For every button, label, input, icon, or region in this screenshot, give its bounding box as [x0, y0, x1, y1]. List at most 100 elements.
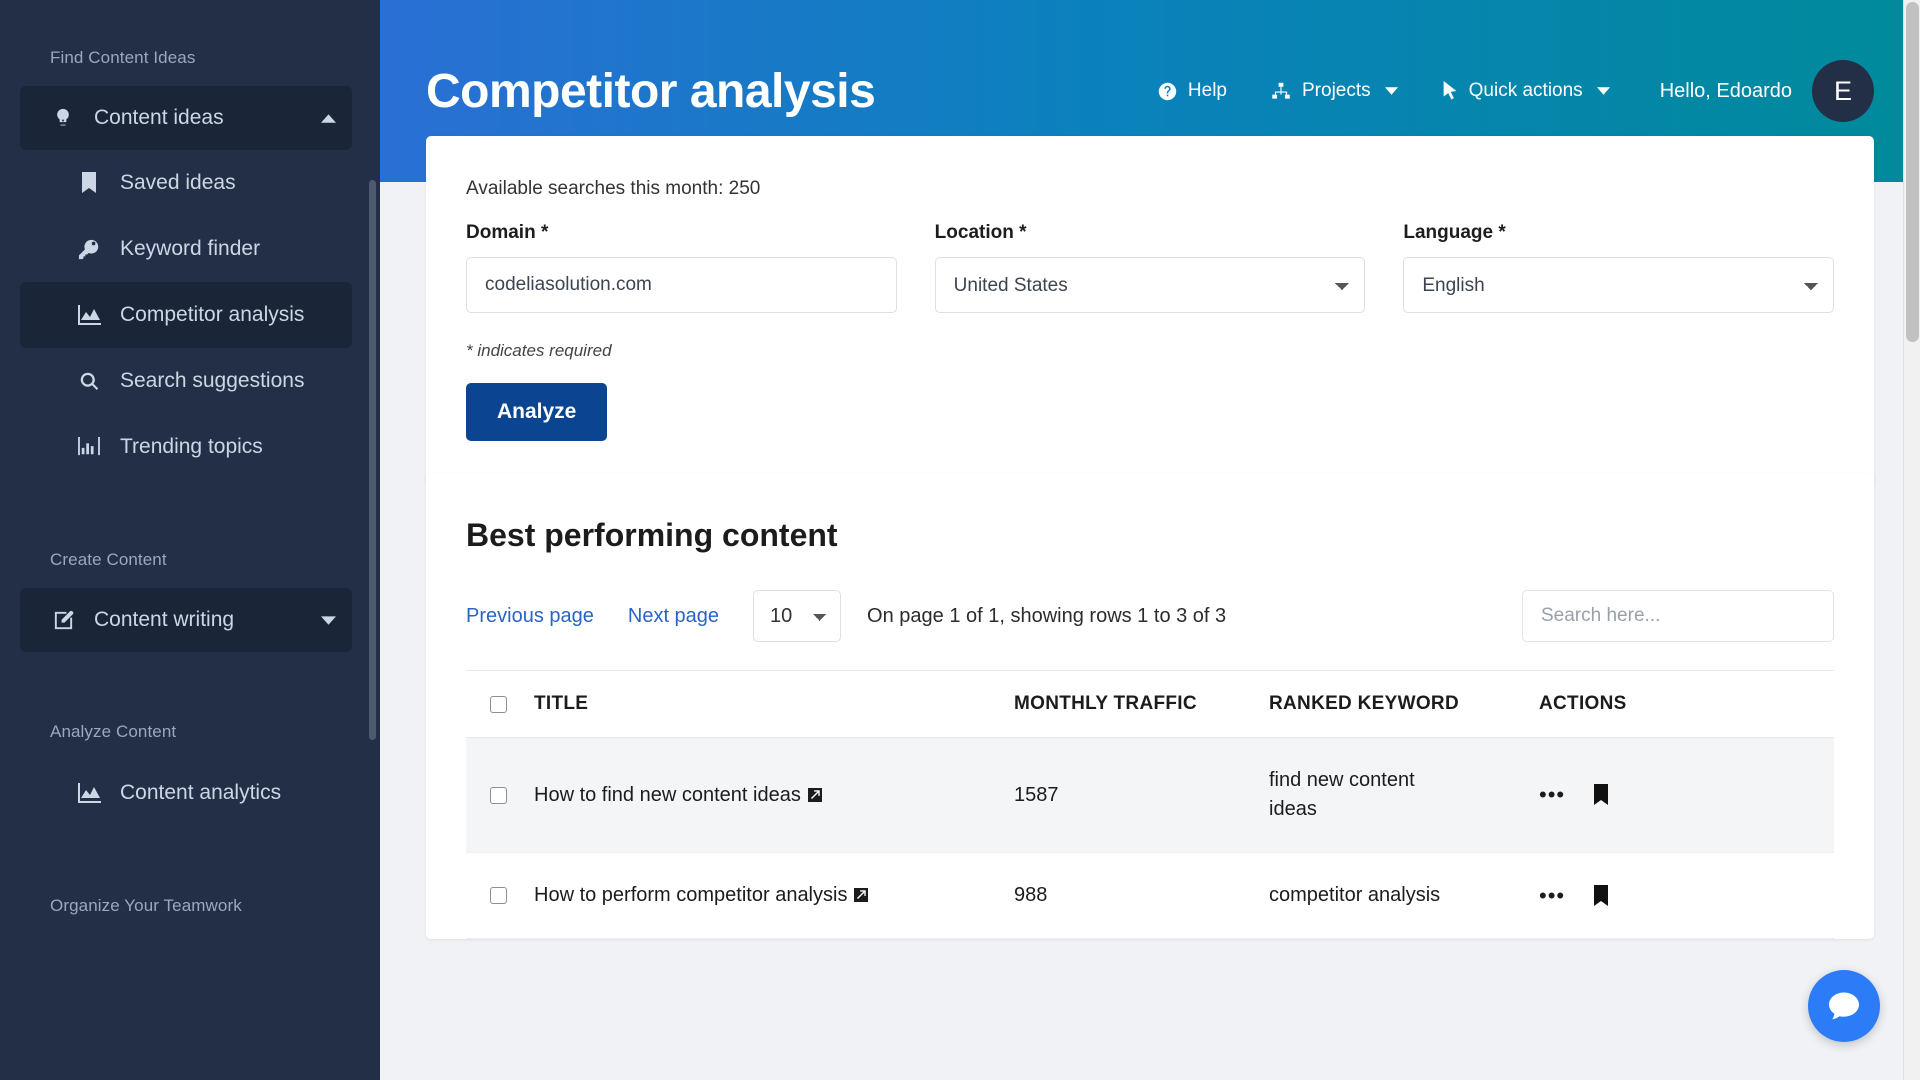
chart-area-icon — [74, 303, 104, 327]
window-scrollbar[interactable] — [1903, 0, 1920, 1080]
bookmark-icon[interactable] — [1593, 884, 1609, 907]
sidebar-item-label: Keyword finder — [120, 237, 261, 260]
sidebar-item-content-ideas[interactable]: Content ideas — [20, 86, 352, 150]
sidebar-item-label: Content analytics — [120, 781, 282, 804]
rows-per-page-select[interactable]: 10 — [753, 590, 842, 642]
sidebar-item-saved-ideas[interactable]: Saved ideas — [0, 150, 380, 216]
bookmark-icon — [74, 171, 104, 195]
sidebar-group-title-organize-your-teamwork: Organize Your Teamwork — [50, 896, 242, 915]
sidebar-item-competitor-analysis[interactable]: Competitor analysis — [20, 282, 352, 348]
row-keyword-cell: competitor analysis — [1269, 852, 1539, 939]
chevron-down-icon — [1384, 87, 1398, 95]
language-label: Language * — [1403, 222, 1506, 243]
user-greeting: Hello, Edoardo — [1659, 79, 1792, 102]
nav-item-help[interactable]: Help — [1136, 80, 1249, 102]
sidebar-item-label: Content ideas — [94, 106, 224, 129]
best-performing-content-card: Best performing content Previous page Ne… — [426, 473, 1874, 939]
search-form-card: Available searches this month: 250 Domai… — [426, 136, 1874, 485]
bar-chart-icon — [74, 435, 104, 459]
avatar[interactable]: E — [1812, 60, 1874, 122]
language-select[interactable]: English — [1403, 257, 1835, 313]
row-actions-cell: ••• — [1539, 852, 1834, 939]
sidebar-item-trending-topics[interactable]: Trending topics — [0, 414, 380, 480]
row-title-cell: How to find new content ideas — [534, 737, 1014, 853]
row-title-text: How to find new content ideas — [534, 783, 801, 806]
select-all-header — [466, 670, 534, 738]
sidebar-item-label: Saved ideas — [120, 171, 236, 194]
search-form-row: Domain * Location * United States Langua… — [466, 222, 1835, 313]
sidebar-item-label: Trending topics — [120, 435, 263, 458]
page-title: Competitor analysis — [426, 64, 876, 118]
more-options-icon[interactable]: ••• — [1539, 784, 1565, 806]
scrollbar-thumb[interactable] — [1906, 2, 1919, 342]
location-label: Location * — [934, 222, 1027, 243]
sidebar-item-label: Content writing — [94, 608, 235, 631]
location-select[interactable]: United States — [934, 257, 1366, 313]
sidebar-group-title-analyze-content: Analyze Content — [50, 722, 177, 741]
chevron-down-icon — [1596, 87, 1610, 95]
column-header-ranked-keyword: RANKED KEYWORD — [1269, 670, 1539, 738]
row-actions-cell: ••• — [1539, 737, 1834, 853]
chevron-down-icon — [321, 608, 336, 632]
row-traffic-cell: 988 — [1014, 852, 1269, 939]
more-options-icon[interactable]: ••• — [1539, 884, 1565, 907]
row-checkbox[interactable] — [490, 887, 507, 904]
bookmark-icon[interactable] — [1593, 784, 1609, 806]
table-head: TITLE MONTHLY TRAFFIC RANKED KEYWORD ACT… — [466, 670, 1834, 738]
sitemap-icon — [1271, 82, 1291, 101]
question-circle-icon — [1158, 82, 1177, 101]
nav-item-quick-actions[interactable]: Quick actions — [1420, 80, 1632, 102]
external-link-icon[interactable] — [854, 888, 869, 902]
column-header-actions: ACTIONS — [1539, 670, 1834, 738]
analyze-button[interactable]: Analyze — [466, 383, 608, 441]
nav-item-label: Help — [1187, 80, 1227, 101]
row-title-cell: How to perform competitor analysis — [534, 852, 1014, 939]
sidebar-group-title-find-content-ideas: Find Content Ideas — [50, 48, 196, 67]
row-checkbox[interactable] — [490, 786, 507, 804]
domain-field-group: Domain * — [466, 222, 897, 313]
row-keyword-cell: find new content ideas — [1269, 737, 1539, 853]
chat-bubble-icon — [1826, 988, 1862, 1024]
column-header-title: TITLE — [534, 670, 1014, 738]
chat-widget-button[interactable] — [1808, 970, 1880, 1042]
search-icon — [74, 369, 104, 393]
external-link-icon[interactable] — [807, 787, 822, 802]
nav-item-projects[interactable]: Projects — [1249, 80, 1420, 102]
content-table: TITLE MONTHLY TRAFFIC RANKED KEYWORD ACT… — [466, 670, 1834, 939]
sidebar-item-content-writing[interactable]: Content writing — [20, 588, 352, 652]
table-body: How to find new content ideas 1587 find … — [466, 737, 1834, 939]
nav-item-label: Quick actions — [1468, 80, 1583, 101]
next-page-link[interactable]: Next page — [628, 605, 719, 628]
table-header-row: TITLE MONTHLY TRAFFIC RANKED KEYWORD ACT… — [466, 670, 1834, 738]
previous-page-link[interactable]: Previous page — [466, 605, 594, 628]
row-title-text: How to perform competitor analysis — [534, 884, 848, 906]
header-nav: Help Projects Quick actions Hello, Edoar… — [1136, 60, 1874, 122]
domain-input[interactable] — [466, 257, 897, 313]
sidebar-scrollbar[interactable] — [369, 180, 376, 740]
pencil-square-icon — [48, 608, 78, 632]
row-actions-group: ••• — [1539, 784, 1834, 806]
table-row[interactable]: How to find new content ideas 1587 find … — [466, 737, 1834, 853]
row-keyword-text: competitor analysis — [1269, 884, 1441, 906]
sidebar-item-search-suggestions[interactable]: Search suggestions — [0, 348, 380, 414]
row-select-cell — [466, 737, 534, 853]
required-note: * indicates required — [466, 341, 612, 360]
sidebar: Find Content Ideas Content ideas Saved i… — [0, 0, 380, 1080]
app-root: Find Content Ideas Content ideas Saved i… — [0, 0, 1920, 1080]
sidebar-item-keyword-finder[interactable]: Keyword finder — [0, 216, 380, 282]
table-search-input[interactable] — [1522, 590, 1834, 642]
lightbulb-icon — [48, 106, 78, 130]
key-icon — [74, 237, 104, 261]
sidebar-group-title-create-content: Create Content — [50, 550, 167, 569]
sidebar-item-content-analytics[interactable]: Content analytics — [0, 760, 380, 826]
section-title: Best performing content — [466, 517, 838, 553]
language-field-group: Language * English — [1403, 222, 1835, 313]
row-traffic-cell: 1587 — [1014, 737, 1269, 853]
avatar-initial: E — [1833, 75, 1852, 106]
row-actions-group: ••• — [1539, 884, 1834, 907]
sidebar-item-label: Competitor analysis — [120, 303, 305, 326]
table-row[interactable]: How to perform competitor analysis 988 c… — [466, 852, 1834, 939]
table-controls: Previous page Next page 10 On page 1 of … — [466, 590, 1834, 642]
select-all-checkbox[interactable] — [490, 695, 507, 713]
nav-item-label: Projects — [1302, 80, 1371, 101]
